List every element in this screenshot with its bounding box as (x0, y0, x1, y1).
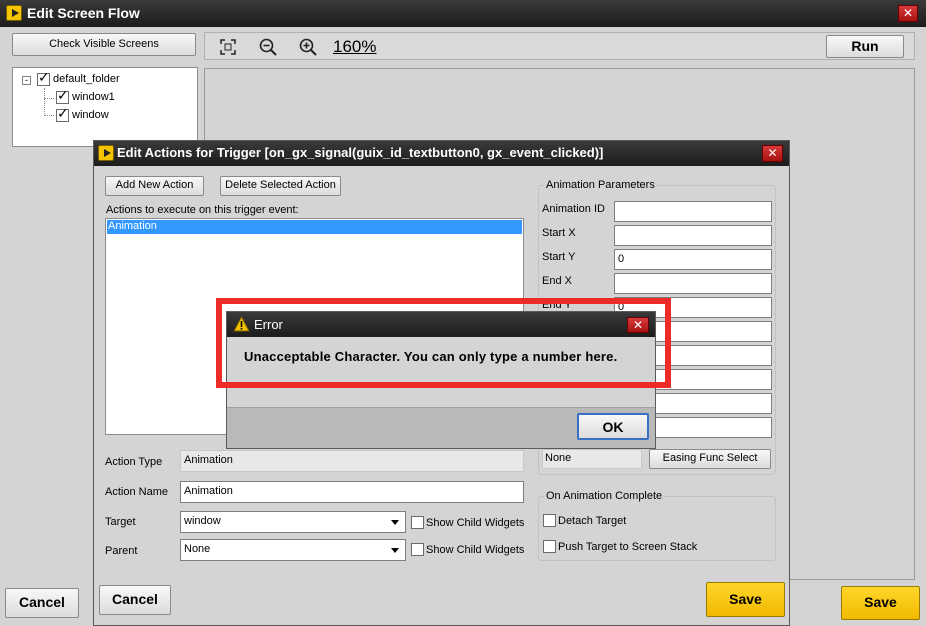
target-dropdown-value: window (184, 515, 221, 527)
tree-checkbox-default-folder[interactable] (37, 70, 50, 86)
delete-selected-action-button[interactable]: Delete Selected Action (220, 176, 341, 196)
zoom-out-icon[interactable] (259, 38, 277, 56)
actions-dialog-title: Edit Actions for Trigger [on_gx_signal(g… (117, 145, 604, 160)
actions-list-label: Actions to execute on this trigger event… (106, 204, 299, 216)
actions-dialog-title-bar: Edit Actions for Trigger [on_gx_signal(g… (94, 141, 789, 166)
tree-checkbox-window[interactable] (56, 106, 69, 122)
zoom-level-link[interactable]: 160% (333, 37, 376, 57)
param-label: Start Y (542, 251, 576, 263)
parent-show-child-checkbox[interactable] (411, 543, 424, 556)
tree-connector-line (44, 88, 45, 116)
easing-func-field: None (542, 449, 642, 469)
main-title-bar: Edit Screen Flow ✕ (0, 0, 926, 27)
action-type-label: Action Type (105, 456, 163, 468)
actions-dialog-close-button[interactable]: ✕ (762, 145, 783, 162)
tree-checkbox-window1[interactable] (56, 88, 69, 104)
parent-dropdown[interactable]: None (180, 539, 406, 561)
parent-show-child-label[interactable]: Show Child Widgets (426, 544, 524, 556)
main-save-button[interactable]: Save (841, 586, 920, 620)
check-visible-screens-button[interactable]: Check Visible Screens (12, 33, 196, 56)
fit-to-screen-icon[interactable] (220, 39, 236, 55)
ok-button[interactable]: OK (577, 413, 649, 440)
target-show-child-checkbox[interactable] (411, 516, 424, 529)
tree-connector-line (44, 115, 54, 116)
animation-parameters-title: Animation Parameters (544, 179, 657, 191)
zoom-in-icon[interactable] (299, 38, 317, 56)
actions-cancel-button[interactable]: Cancel (99, 585, 171, 615)
param-label: Animation ID (542, 203, 605, 215)
target-show-child-label[interactable]: Show Child Widgets (426, 517, 524, 529)
on-animation-complete-title: On Animation Complete (544, 490, 665, 502)
tree-connector-line (44, 98, 54, 99)
actions-list-item-selected[interactable]: Animation (107, 220, 522, 234)
param-animation-id-field[interactable] (614, 201, 772, 222)
tree-item-window1[interactable]: window1 (72, 91, 115, 103)
param-start-x-field[interactable] (614, 225, 772, 246)
canvas-toolbar: 160% Run (204, 32, 915, 60)
action-type-field: Animation (180, 450, 524, 472)
parent-label: Parent (105, 545, 138, 557)
target-dropdown[interactable]: window (180, 511, 406, 533)
push-target-label[interactable]: Push Target to Screen Stack (558, 541, 697, 553)
chevron-down-icon (391, 520, 399, 525)
parent-dropdown-value: None (184, 543, 211, 555)
tree-item-window[interactable]: window (72, 109, 109, 121)
target-label: Target (105, 516, 136, 528)
screen-tree: - default_folder window1 window (12, 67, 198, 147)
tree-collapse-icon[interactable]: - (22, 76, 31, 85)
param-start-y-field[interactable]: 0 (614, 249, 772, 270)
add-new-action-button[interactable]: Add New Action (105, 176, 204, 196)
main-close-button[interactable]: ✕ (898, 5, 918, 22)
param-label: End X (542, 275, 572, 287)
run-button[interactable]: Run (826, 35, 904, 58)
main-window-title: Edit Screen Flow (27, 5, 140, 21)
param-end-x-field[interactable] (614, 273, 772, 294)
easing-func-select-button[interactable]: Easing Func Select (649, 449, 771, 469)
action-name-label: Action Name (105, 486, 168, 498)
highlight-box (216, 298, 671, 388)
detach-target-label[interactable]: Detach Target (558, 515, 626, 527)
actions-dialog-icon (98, 145, 114, 161)
chevron-down-icon (391, 548, 399, 553)
main-cancel-button[interactable]: Cancel (5, 588, 79, 618)
push-target-checkbox[interactable] (543, 540, 556, 553)
action-name-field[interactable]: Animation (180, 481, 524, 503)
app-icon (6, 5, 22, 21)
actions-save-button[interactable]: Save (706, 582, 785, 617)
detach-target-checkbox[interactable] (543, 514, 556, 527)
tree-item-default-folder[interactable]: default_folder (53, 73, 120, 85)
param-label: Start X (542, 227, 576, 239)
